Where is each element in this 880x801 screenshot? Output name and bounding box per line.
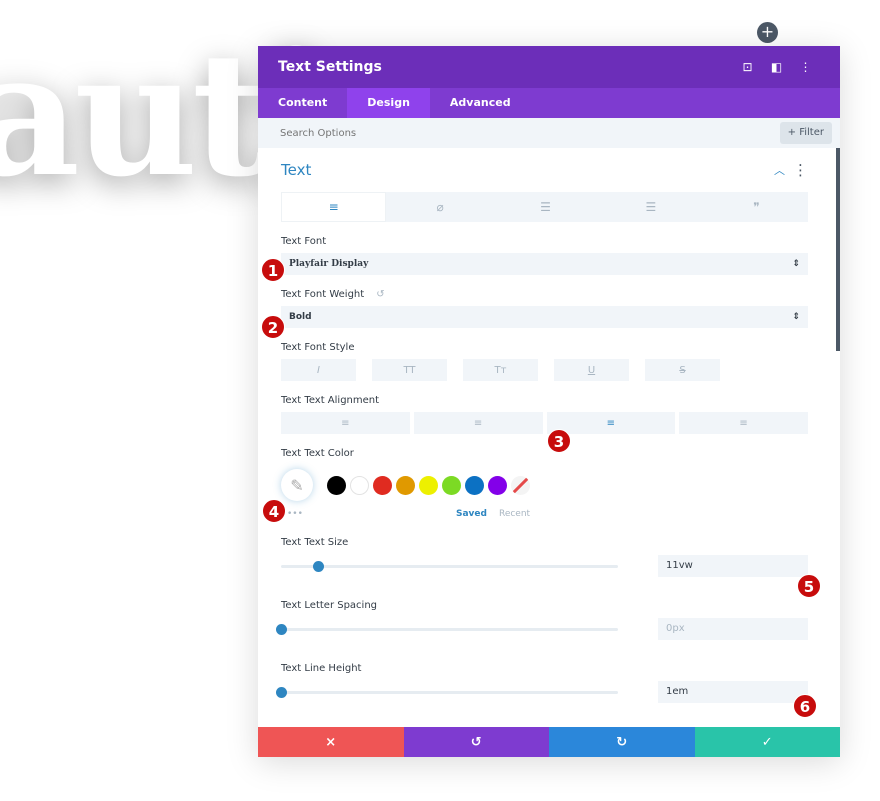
section-title: Text — [281, 161, 312, 179]
color-swatch[interactable] — [350, 475, 369, 495]
step-badge: 3 — [547, 429, 571, 453]
text-subtabs: ≡ ⌀ ☰ ☰ ❞ — [281, 192, 808, 222]
color-label: Text Text Color — [281, 448, 354, 459]
ordered-list-icon[interactable]: ☰ — [599, 192, 702, 222]
quote-icon[interactable]: ❞ — [705, 192, 808, 222]
weight-value: Bold — [289, 312, 312, 322]
undo-button[interactable]: ↺ — [403, 727, 549, 757]
letter-spacing-label: Text Letter Spacing — [281, 600, 378, 611]
add-module-button[interactable]: + — [757, 22, 778, 43]
modal-title: Text Settings — [278, 59, 382, 75]
modal-header: Text Settings ⊡ ◧ ⋮ — [258, 46, 840, 88]
color-swatch[interactable] — [419, 475, 438, 495]
section-header[interactable]: Text ︿ ⋮ — [281, 148, 808, 192]
save-button[interactable]: ✓ — [694, 727, 840, 757]
strikethrough-button[interactable]: S — [645, 359, 720, 381]
color-swatch[interactable] — [373, 475, 392, 495]
slider-handle[interactable] — [313, 560, 325, 572]
color-swatch[interactable] — [488, 475, 507, 495]
capitalize-button[interactable]: Tт — [463, 359, 538, 381]
line-height-input[interactable]: 1em — [658, 681, 808, 703]
alignment-label: Text Text Alignment — [281, 395, 380, 406]
select-arrows-icon: ⇕ — [792, 259, 800, 269]
focus-icon[interactable]: ⊡ — [733, 60, 762, 74]
slider-handle[interactable] — [276, 623, 287, 635]
reset-icon[interactable]: ↺ — [376, 289, 384, 300]
redo-button[interactable]: ↻ — [549, 727, 695, 757]
color-swatch[interactable] — [396, 475, 415, 495]
letter-spacing-input[interactable]: 0px — [658, 618, 808, 640]
chevron-up-icon[interactable]: ︿ — [774, 162, 785, 178]
color-swatch[interactable] — [442, 475, 461, 495]
weight-label: Text Font Weight — [281, 289, 365, 300]
step-badge: 1 — [261, 258, 285, 282]
color-swatch[interactable] — [465, 475, 484, 495]
size-label: Text Text Size — [281, 537, 349, 548]
weight-select[interactable]: Bold ⇕ — [281, 306, 808, 328]
no-color-swatch[interactable] — [511, 475, 530, 495]
line-height-slider[interactable] — [276, 686, 618, 698]
step-badge: 5 — [797, 574, 821, 598]
tab-advanced[interactable]: Advanced — [430, 88, 531, 118]
select-arrows-icon: ⇕ — [792, 312, 800, 322]
eyedropper-icon[interactable]: ✎ — [281, 469, 313, 501]
more-icon[interactable]: ⋮ — [791, 60, 820, 74]
font-value: Playfair Display — [289, 259, 369, 269]
line-height-label: Text Line Height — [281, 663, 362, 674]
text-settings-modal: Text Settings ⊡ ◧ ⋮ Content Design Advan… — [258, 46, 840, 757]
text-align-icon[interactable]: ≡ — [281, 192, 387, 222]
underline-button[interactable]: U — [554, 359, 629, 381]
align-justify-button[interactable]: ≡ — [679, 412, 808, 434]
align-center-button[interactable]: ≡ — [413, 412, 543, 434]
font-label: Text Font — [281, 236, 327, 247]
font-select[interactable]: Playfair Display ⇕ — [281, 253, 808, 275]
uppercase-button[interactable]: TT — [372, 359, 447, 381]
size-input[interactable]: 11vw — [658, 555, 808, 577]
cancel-button[interactable]: × — [258, 727, 404, 757]
style-label: Text Font Style — [281, 342, 355, 353]
step-badge: 2 — [261, 315, 285, 339]
tab-content[interactable]: Content — [258, 88, 347, 118]
italic-button[interactable]: I — [281, 359, 356, 381]
section-more-icon[interactable]: ⋮ — [793, 161, 808, 179]
unordered-list-icon[interactable]: ☰ — [494, 192, 597, 222]
color-swatch[interactable] — [327, 475, 346, 495]
step-badge: 4 — [262, 499, 286, 523]
more-colors-button[interactable]: ••• — [281, 509, 456, 519]
recent-colors-tab[interactable]: Recent — [499, 509, 530, 519]
slider-handle[interactable] — [276, 686, 287, 698]
tab-design[interactable]: Design — [347, 88, 430, 118]
scrollbar[interactable] — [836, 148, 840, 351]
align-left-button[interactable]: ≡ — [281, 412, 410, 434]
saved-colors-tab[interactable]: Saved — [456, 509, 487, 519]
tab-bar: Content Design Advanced — [258, 88, 840, 118]
filter-button[interactable]: + Filter — [779, 122, 832, 144]
search-bar: + Filter — [258, 118, 840, 148]
split-view-icon[interactable]: ◧ — [762, 60, 791, 74]
search-input[interactable] — [280, 127, 780, 139]
link-icon[interactable]: ⌀ — [388, 192, 491, 222]
size-slider[interactable] — [281, 560, 618, 572]
step-badge: 6 — [793, 694, 817, 718]
letter-spacing-slider[interactable] — [276, 623, 618, 635]
